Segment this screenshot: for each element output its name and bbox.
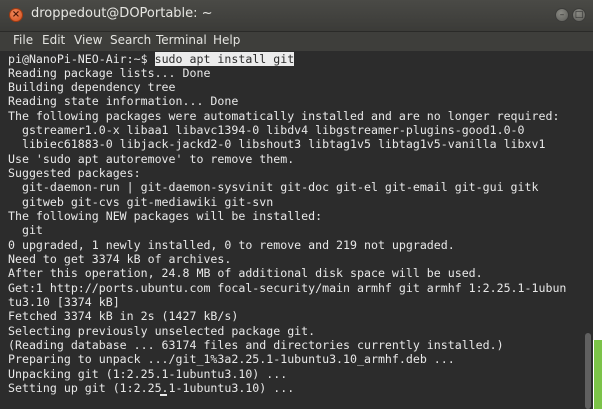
close-button[interactable]: × (9, 8, 23, 22)
menu-terminal[interactable]: Terminal (156, 33, 207, 47)
terminal-output[interactable]: pi@NanoPi-NEO-Air:~$ sudo apt install gi… (0, 51, 583, 409)
menu-edit[interactable]: Edit (42, 33, 65, 47)
minimize-button[interactable]: – (555, 8, 569, 22)
output-line: Fetched 3374 kB in 2s (1427 kB/s) (8, 309, 239, 323)
prompt-line: pi@NanoPi-NEO-Air:~$ sudo apt install gi… (8, 52, 295, 66)
output-line: Get:1 http://ports.ubuntu.com focal-secu… (8, 281, 567, 295)
output-line: libiec61883-0 libjack-jackd2-0 libshout3… (8, 137, 546, 151)
output-line: Unpacking git (1:2.25.1-1ubuntu3.10) ... (8, 367, 288, 381)
scrollbar-thumb[interactable] (585, 333, 591, 409)
output-line: Use 'sudo apt autoremove' to remove them… (8, 152, 295, 166)
output-line: git (8, 223, 43, 237)
output-line: 0 upgraded, 1 newly installed, 0 to remo… (8, 238, 455, 252)
output-line: git-daemon-run | git-daemon-sysvinit git… (8, 180, 539, 194)
terminal-window: × droppedout@DOPortable: ~ – □ File Edit… (0, 0, 593, 409)
output-line: (Reading database ... 63174 files and di… (8, 338, 504, 352)
output-line: Reading state information... Done (8, 94, 239, 108)
close-icon: × (11, 9, 21, 20)
output-line: Preparing to unpack .../git_1%3a2.25.1-1… (8, 352, 455, 366)
shell-prompt: pi@NanoPi-NEO-Air:~$ (8, 52, 155, 66)
output-line: Need to get 3374 kB of archives. (8, 252, 232, 266)
window-title: droppedout@DOPortable: ~ (31, 6, 213, 21)
menu-help[interactable]: Help (213, 33, 240, 47)
output-line: Reading package lists... Done (8, 66, 211, 80)
menu-view[interactable]: View (74, 33, 102, 47)
maximize-icon: □ (574, 10, 584, 20)
output-line: gstreamer1.0-x libaa1 libavc1394-0 libdv… (8, 123, 525, 137)
output-line: Setting up git (1:2.25.1-1ubuntu3.10) ..… (8, 381, 295, 395)
output-line: After this operation, 24.8 MB of additio… (8, 266, 483, 280)
minimize-icon: – (559, 10, 565, 20)
text-cursor (160, 394, 167, 396)
menu-bar: File Edit View Search Terminal Help (0, 32, 593, 51)
scrollbar[interactable] (583, 51, 593, 409)
desktop-accent (594, 340, 602, 409)
maximize-button[interactable]: □ (572, 8, 586, 22)
output-line: The following packages were automaticall… (8, 109, 560, 123)
output-line: Suggested packages: (8, 166, 141, 180)
output-line: Selecting previously unselected package … (8, 324, 316, 338)
output-line: tu3.10 [3374 kB] (8, 295, 120, 309)
typed-command: sudo apt install git (154, 52, 295, 66)
output-line: gitweb git-cvs git-mediawiki git-svn (8, 195, 274, 209)
output-line: The following NEW packages will be insta… (8, 209, 323, 223)
menu-file[interactable]: File (13, 33, 33, 47)
output-line: Building dependency tree (8, 80, 176, 94)
menu-search[interactable]: Search (110, 33, 151, 47)
title-bar[interactable]: × droppedout@DOPortable: ~ – □ (0, 0, 593, 32)
